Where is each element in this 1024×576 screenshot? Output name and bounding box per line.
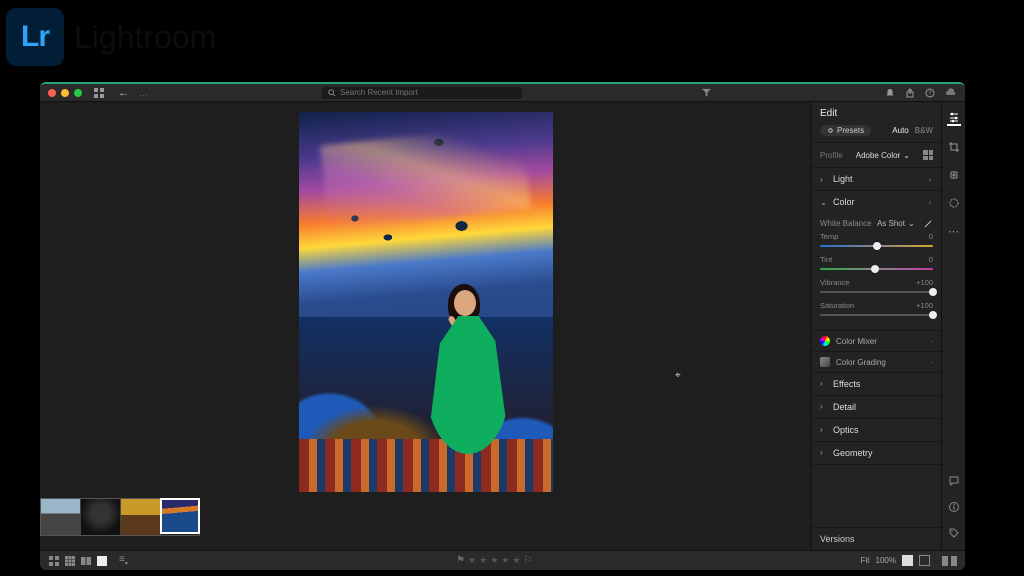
sort-icon[interactable]: ≡▾: [119, 554, 128, 567]
keywords-icon[interactable]: [947, 526, 961, 540]
lightroom-product-name: Lightroom: [74, 19, 216, 56]
minimize-window-icon[interactable]: [61, 89, 69, 97]
photo-grid-icon[interactable]: [94, 88, 104, 98]
thumbnail-selected[interactable]: [160, 498, 200, 534]
help-icon[interactable]: ?: [925, 88, 935, 98]
app-body: ⌖ Edit Presets Auto B&W Profile Adobe Co…: [40, 102, 965, 550]
star-icon[interactable]: ★: [512, 555, 520, 566]
main-photo[interactable]: [299, 112, 553, 492]
masking-icon[interactable]: [947, 196, 961, 210]
color-wheel-icon: [820, 336, 830, 346]
thumbnail[interactable]: [41, 499, 81, 535]
view-compare-icon[interactable]: [80, 555, 91, 566]
back-button[interactable]: ←: [118, 87, 129, 99]
visibility-toggle-icon[interactable]: ◐: [928, 175, 933, 184]
view-detail-icon[interactable]: [96, 555, 107, 566]
profile-picker[interactable]: Adobe Color⌄: [856, 151, 910, 160]
notifications-icon[interactable]: [885, 88, 895, 98]
chevron-down-icon: ⌄: [908, 219, 915, 228]
mouse-cursor-icon: ⌖: [675, 370, 681, 381]
tool-rail: ⋯: [941, 102, 965, 550]
chevron-right-icon: ›: [820, 175, 828, 184]
star-icon[interactable]: ★: [468, 555, 476, 566]
search-icon: [328, 89, 336, 97]
zoom-value[interactable]: 100%: [876, 556, 896, 565]
brand-logo-area: Lr Lightroom: [6, 8, 216, 66]
cloud-sync-icon[interactable]: [945, 88, 957, 98]
filmstrip-thumbnails: [40, 498, 200, 536]
section-effects[interactable]: ›Effects: [812, 373, 941, 395]
single-zoom-icon[interactable]: [919, 555, 930, 566]
versions-button[interactable]: Versions: [812, 527, 941, 550]
thumbnail[interactable]: [81, 499, 121, 535]
view-squaregrid-icon[interactable]: [64, 555, 75, 566]
lightroom-app-icon-text: Lr: [21, 20, 49, 54]
share-icon[interactable]: [905, 88, 915, 98]
maximize-window-icon[interactable]: [74, 89, 82, 97]
profile-browse-icon[interactable]: [923, 150, 933, 160]
bw-button[interactable]: B&W: [915, 126, 933, 135]
app-window: ← … ? ⌖: [40, 82, 965, 570]
section-color[interactable]: ⌄Color ◐: [812, 191, 941, 213]
close-window-icon[interactable]: [48, 89, 56, 97]
breadcrumb: …: [139, 88, 148, 98]
star-icon[interactable]: ★: [490, 555, 498, 566]
canvas-area[interactable]: ⌖: [40, 102, 811, 550]
view-photogrid-icon[interactable]: [48, 555, 59, 566]
search-input[interactable]: [340, 88, 516, 97]
section-light[interactable]: ›Light ◐: [812, 168, 941, 190]
temp-slider[interactable]: Temp0: [820, 232, 933, 249]
flag-reject-icon[interactable]: ⚐: [523, 555, 532, 566]
more-icon[interactable]: ⋯: [947, 224, 961, 238]
crop-icon[interactable]: [947, 140, 961, 154]
star-icon[interactable]: ★: [501, 555, 509, 566]
edit-panel-title: Edit: [820, 108, 837, 119]
filmstrip-toggle-icon[interactable]: [942, 556, 957, 566]
auto-button[interactable]: Auto: [892, 126, 908, 135]
fit-label[interactable]: Fit: [861, 556, 870, 565]
section-optics[interactable]: ›Optics: [812, 419, 941, 441]
healing-icon[interactable]: [947, 168, 961, 182]
chevron-down-icon: ⌄: [820, 198, 828, 207]
search-bar[interactable]: [322, 87, 522, 99]
chevron-down-icon: ⌄: [903, 151, 910, 160]
section-detail[interactable]: ›Detail: [812, 396, 941, 418]
window-controls: [48, 89, 82, 97]
flag-pick-icon[interactable]: ⚑: [456, 555, 465, 566]
rating-widget[interactable]: ⚑ ★★★★★ ⚐: [456, 555, 532, 566]
edit-sliders-icon[interactable]: [947, 112, 961, 126]
lightroom-app-icon: Lr: [6, 8, 64, 66]
white-balance-picker[interactable]: As Shot ⌄: [877, 219, 915, 228]
presets-button[interactable]: Presets: [820, 125, 871, 136]
profile-label: Profile: [820, 151, 843, 160]
tint-slider[interactable]: Tint0: [820, 255, 933, 272]
edit-panel: Edit Presets Auto B&W Profile Adobe Colo…: [811, 102, 941, 550]
titlebar: ← … ?: [40, 84, 965, 102]
bottom-bar: ≡▾ ⚑ ★★★★★ ⚐ Fit 100%: [40, 550, 965, 570]
thumbnail[interactable]: [121, 499, 161, 535]
filter-icon[interactable]: [702, 88, 711, 97]
vibrance-slider[interactable]: Vibrance+100: [820, 278, 933, 295]
eyedropper-icon[interactable]: [924, 219, 933, 228]
white-balance-label: White Balance: [820, 219, 872, 228]
expand-icon: ·: [930, 358, 933, 367]
color-mixer-row[interactable]: Color Mixer ·: [812, 330, 941, 351]
grid-zoom-icon[interactable]: [902, 555, 913, 566]
star-icon[interactable]: ★: [479, 555, 487, 566]
info-icon[interactable]: [947, 500, 961, 514]
visibility-toggle-icon[interactable]: ◐: [928, 198, 933, 207]
color-grading-icon: [820, 357, 830, 367]
comment-icon[interactable]: [947, 474, 961, 488]
saturation-slider[interactable]: Saturation+100: [820, 301, 933, 318]
expand-icon: ·: [930, 337, 933, 346]
section-geometry[interactable]: ›Geometry: [812, 442, 941, 464]
color-grading-row[interactable]: Color Grading ·: [812, 351, 941, 372]
